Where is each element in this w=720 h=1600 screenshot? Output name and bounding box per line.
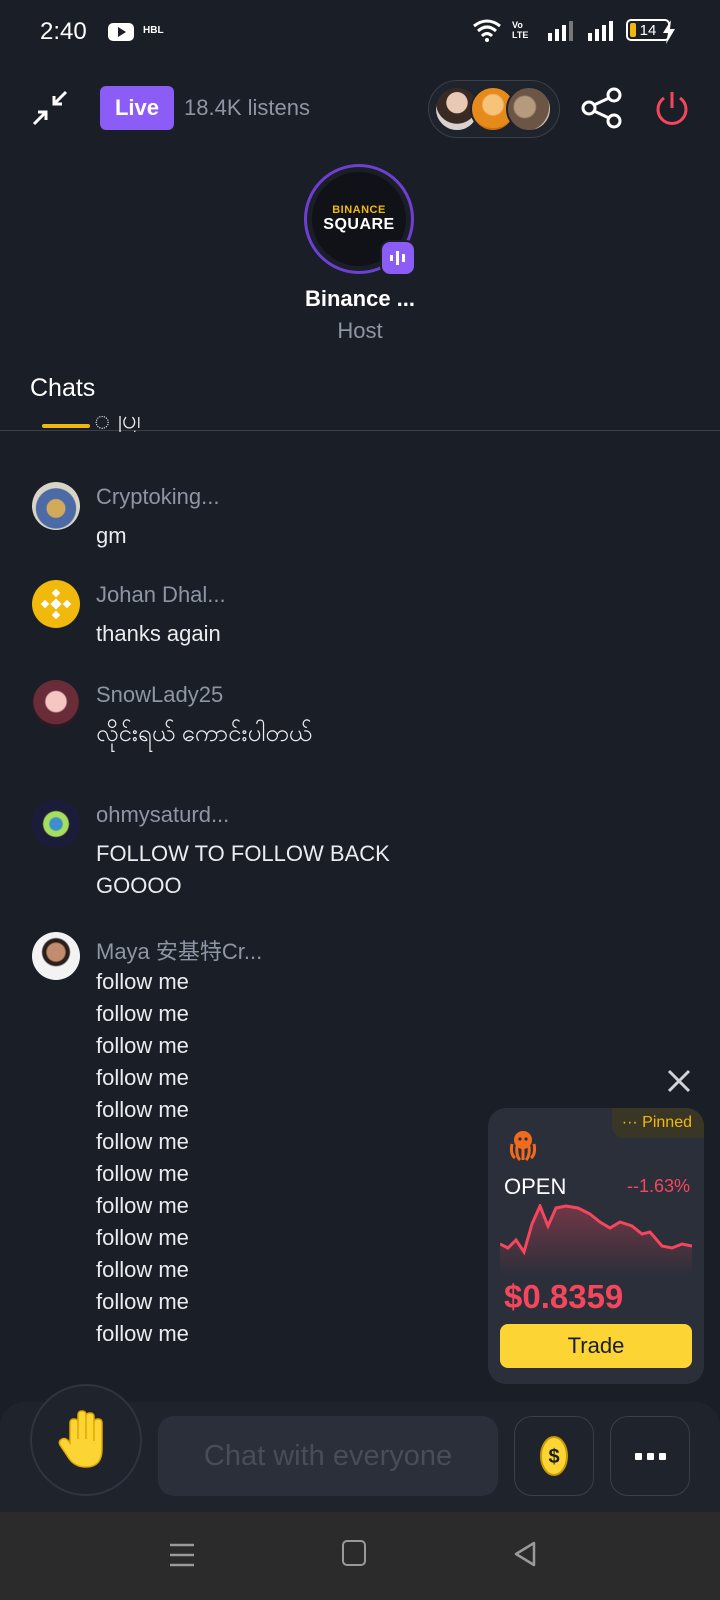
wifi-icon bbox=[473, 19, 501, 42]
system-nav-bar bbox=[0, 1512, 720, 1600]
tip-button[interactable]: $ bbox=[514, 1416, 594, 1496]
chat-input[interactable]: Chat with everyone bbox=[158, 1416, 498, 1496]
signal-icon-1 bbox=[548, 21, 573, 41]
recents-menu-icon[interactable] bbox=[168, 1542, 196, 1568]
youtube-icon bbox=[108, 23, 134, 41]
chat-text: FOLLOW TO FOLLOW BACK GOOOO bbox=[96, 841, 390, 898]
trade-button[interactable]: Trade bbox=[500, 1324, 692, 1368]
chat-username[interactable]: Cryptoking... bbox=[96, 484, 220, 510]
tab-active-indicator bbox=[42, 424, 90, 428]
price-sparkline bbox=[500, 1204, 692, 1276]
back-icon[interactable] bbox=[512, 1540, 538, 1568]
chat-text: gm bbox=[96, 523, 127, 548]
raise-hand-icon bbox=[58, 1410, 103, 1468]
chat-text: follow me follow me follow me follow me … bbox=[96, 969, 189, 1346]
listen-count: 18.4K listens bbox=[184, 95, 310, 120]
charging-icon bbox=[663, 20, 675, 44]
avatar[interactable] bbox=[32, 482, 80, 530]
host-role: Host bbox=[337, 318, 383, 343]
clock: 2:40 bbox=[40, 18, 87, 45]
raise-hand-button[interactable] bbox=[30, 1384, 142, 1496]
chat-username[interactable]: SnowLady25 bbox=[96, 682, 223, 708]
volte-label: Vo LTE bbox=[512, 20, 529, 40]
avatar bbox=[506, 86, 552, 132]
room-header: Live 18.4K listens bbox=[0, 80, 720, 138]
chat-text: thanks again bbox=[96, 621, 221, 646]
host-name: Binance ... bbox=[304, 286, 416, 311]
chat-text: လိုင်းရယ် ကောင်းပါတယ် bbox=[96, 720, 312, 747]
close-icon[interactable] bbox=[666, 1068, 692, 1094]
live-badge: Live bbox=[100, 86, 174, 130]
avatar[interactable] bbox=[32, 800, 80, 848]
pinned-tag: ··· Pinned bbox=[611, 1108, 704, 1138]
share-icon[interactable] bbox=[580, 86, 624, 130]
svg-text:$: $ bbox=[548, 1446, 559, 1468]
avatar[interactable] bbox=[32, 932, 80, 980]
pinned-token-card[interactable]: ··· Pinned OPEN --1.63% $0.8359 Trade bbox=[488, 1108, 704, 1384]
home-icon[interactable] bbox=[342, 1540, 366, 1566]
avatar[interactable] bbox=[32, 580, 80, 628]
status-bar: 2:40 HBL Vo LTE 14 bbox=[0, 0, 720, 64]
octopus-icon bbox=[509, 1131, 537, 1162]
chat-username[interactable]: ohmysaturd... bbox=[96, 802, 229, 828]
speakers-avatars[interactable] bbox=[428, 80, 560, 138]
chat-username[interactable]: Johan Dhal... bbox=[96, 582, 226, 608]
token-change: --1.63% bbox=[626, 1176, 690, 1196]
clipped-message: ိ ပြ၊ bbox=[94, 416, 141, 432]
binance-icon bbox=[40, 588, 72, 620]
token-price: $0.8359 bbox=[504, 1278, 624, 1315]
more-options-button[interactable] bbox=[610, 1416, 690, 1496]
speaking-icon bbox=[380, 240, 416, 276]
leave-power-icon[interactable] bbox=[652, 86, 692, 130]
token-symbol: OPEN bbox=[504, 1174, 567, 1199]
chat-username[interactable]: Maya 安基特Cr... bbox=[96, 934, 262, 966]
coin-icon: $ bbox=[540, 1436, 568, 1476]
signal-icon-2 bbox=[588, 21, 613, 41]
collapse-icon[interactable] bbox=[30, 88, 70, 128]
avatar[interactable] bbox=[32, 680, 80, 728]
tab-chats[interactable]: Chats bbox=[30, 374, 95, 403]
carrier-label: HBL bbox=[143, 25, 164, 36]
